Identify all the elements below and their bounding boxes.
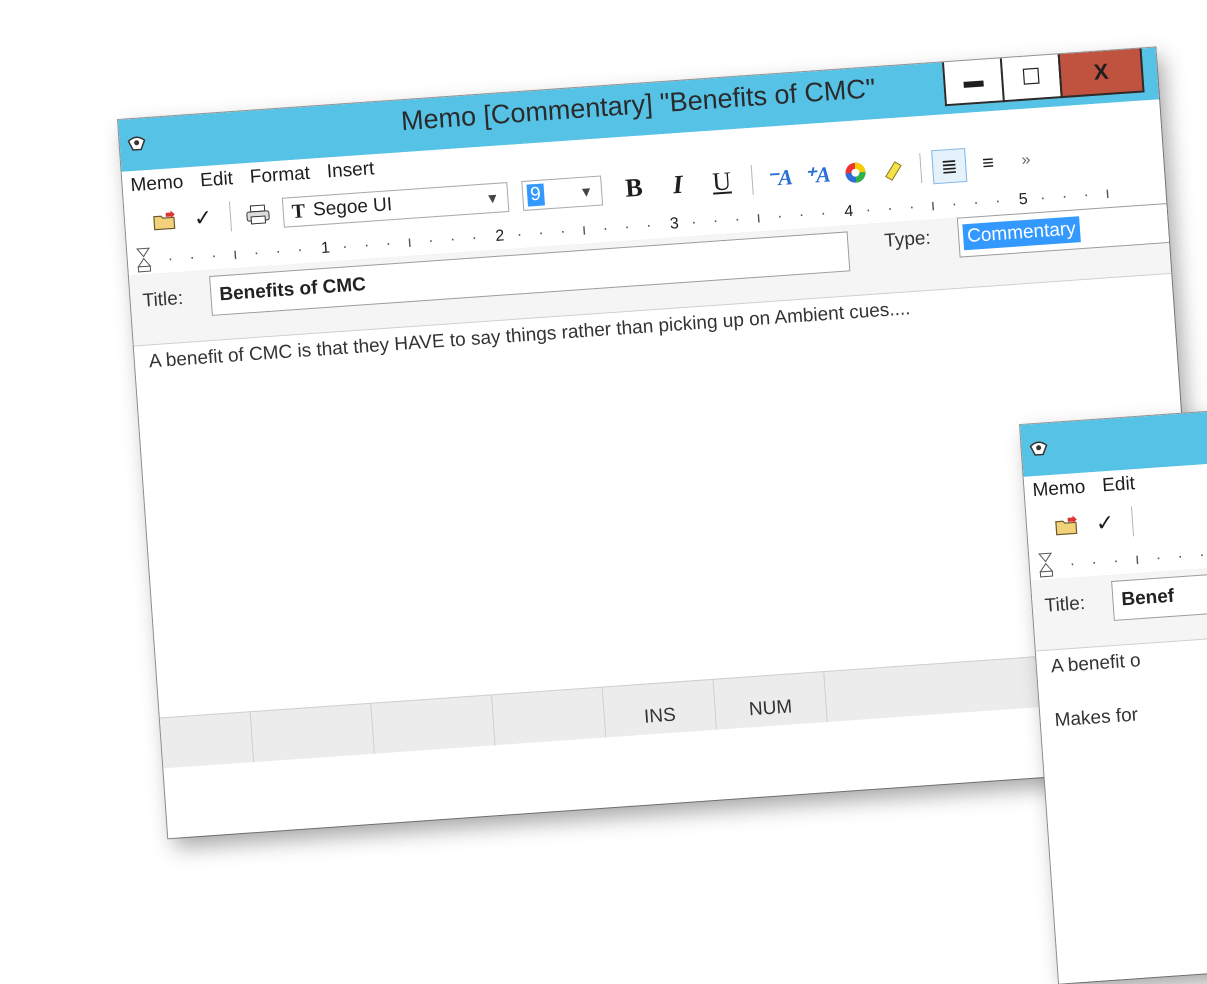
align-left-icon: ≣ — [940, 155, 959, 179]
toolbar-separator — [750, 164, 754, 195]
toolbar-separator — [228, 201, 233, 232]
status-panel — [250, 703, 375, 763]
check-button[interactable]: ✓ — [1088, 506, 1122, 540]
status-ins: INS — [602, 679, 717, 738]
color-wheel-icon — [845, 162, 866, 183]
toolbar-separator — [1130, 506, 1135, 537]
check-icon: ✓ — [192, 204, 214, 231]
toolbar-separator — [919, 153, 923, 184]
menu-memo[interactable]: Memo — [1024, 472, 1095, 503]
printer-icon — [246, 204, 270, 225]
minimize-button[interactable]: ▬ — [941, 58, 1005, 107]
maximize-button[interactable]: ☐ — [999, 54, 1063, 103]
highlight-button[interactable] — [876, 153, 910, 187]
status-panel — [492, 687, 607, 746]
open-button[interactable] — [148, 204, 182, 238]
status-panel — [159, 712, 255, 769]
grow-font-button[interactable]: ⁺A — [800, 158, 834, 192]
ruler-number: 3 — [669, 215, 680, 233]
ruler-number: 2 — [494, 227, 505, 245]
title-label: Title: — [1043, 592, 1086, 617]
status-panel — [371, 695, 496, 754]
chevron-double-right-icon: » — [1020, 151, 1032, 170]
align-left-button[interactable]: ≣ — [931, 147, 968, 185]
print-button[interactable] — [241, 197, 275, 231]
open-button[interactable] — [1050, 509, 1084, 543]
menu-memo[interactable]: Memo — [122, 167, 193, 198]
font-size-value: 9 — [526, 183, 545, 207]
ruler-number: 5 — [1018, 190, 1029, 209]
indent-marker-icon — [136, 247, 152, 273]
open-folder-icon — [153, 210, 176, 231]
menu-edit[interactable]: Edit — [191, 164, 242, 193]
app-icon — [1029, 441, 1048, 456]
italic-button[interactable]: I — [655, 169, 701, 202]
ruler-number: 1 — [320, 239, 331, 258]
check-icon: ✓ — [1094, 509, 1116, 536]
align-center-button[interactable]: ≡ — [971, 146, 1005, 180]
font-size-select[interactable]: 9 ▼ — [521, 175, 604, 211]
eraser-highlight-icon — [885, 161, 902, 181]
shrink-font-icon: ⁻A — [765, 164, 794, 191]
bold-button[interactable]: B — [611, 172, 657, 205]
memo-editor[interactable]: A benefit o Makes for — [1035, 627, 1207, 984]
menu-insert[interactable]: Insert — [318, 154, 384, 184]
title-label: Title: — [141, 287, 184, 312]
chevron-down-icon: ▼ — [578, 183, 594, 200]
grow-font-icon: ⁺A — [803, 161, 832, 189]
toolbar-overflow-button[interactable]: » — [1009, 144, 1043, 178]
chevron-down-icon: ▼ — [484, 189, 500, 207]
menu-edit[interactable]: Edit — [1093, 469, 1144, 498]
type-label: Type: — [883, 227, 932, 252]
menu-format[interactable]: Format — [241, 158, 320, 189]
truetype-icon: T — [291, 199, 306, 223]
shrink-font-button[interactable]: ⁻A — [763, 161, 797, 195]
memo-window-secondary: MemoEdit ✓ · · · ı · · · ı · · Title: Be… — [1020, 401, 1207, 984]
status-num: NUM — [713, 672, 828, 730]
color-button[interactable] — [838, 156, 872, 190]
minimize-icon: ▬ — [962, 69, 985, 93]
underline-button[interactable]: U — [699, 166, 745, 199]
chevron-down-icon: ▼ — [1192, 212, 1206, 230]
close-button[interactable]: X — [1057, 48, 1145, 99]
ruler-number: 4 — [843, 202, 854, 221]
maximize-icon: ☐ — [1020, 63, 1042, 90]
font-name-value: Segoe UI — [312, 194, 393, 221]
indent-marker-icon — [1038, 552, 1054, 578]
align-center-icon: ≡ — [981, 151, 995, 175]
check-button[interactable]: ✓ — [186, 201, 220, 235]
type-value: Commentary — [962, 216, 1081, 251]
close-icon: X — [1092, 58, 1110, 85]
open-folder-icon — [1055, 515, 1078, 536]
